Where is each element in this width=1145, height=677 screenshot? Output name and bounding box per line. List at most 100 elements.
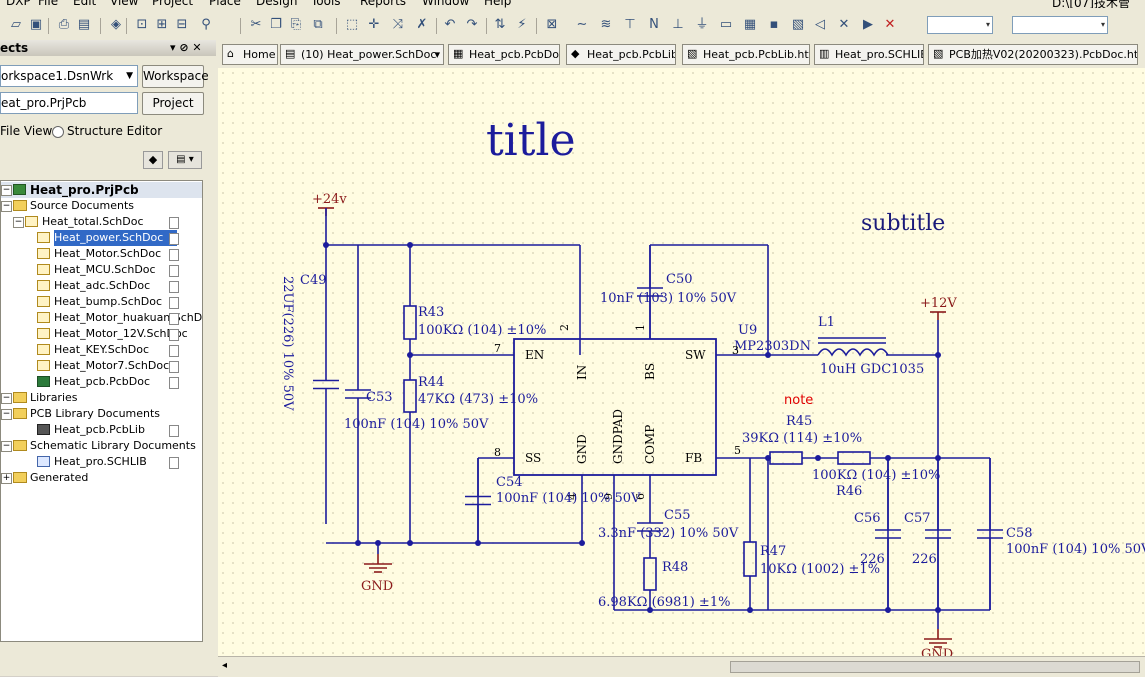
menu-reports[interactable]: Reports [360, 0, 406, 8]
wire-icon[interactable]: ∼ [574, 17, 590, 33]
redo-icon[interactable]: ↷ [464, 17, 480, 33]
tree-item[interactable]: Heat_Motor_huakuan.SchDoc [1, 310, 202, 326]
tree-item[interactable]: Heat_bump.SchDoc [1, 294, 202, 310]
print-preview-icon[interactable]: ▤ [76, 17, 92, 33]
tree-item[interactable]: Heat_power.SchDoc [1, 230, 202, 246]
workspace-select[interactable]: orkspace1.DsnWrk ▼ [0, 65, 138, 87]
tab-6[interactable]: ▥ Heat_pro.SCHLIB [814, 44, 924, 65]
pcb-layout-icon[interactable]: ▶ [860, 17, 876, 33]
panel-controls[interactable]: ▾ ⊘ ✕ [170, 40, 202, 56]
tree-item-label: Heat_Motor7.SchDoc [54, 359, 170, 372]
menu-window[interactable]: Window [422, 0, 469, 8]
sheet-entry-icon[interactable]: ▪ [766, 17, 782, 33]
tree-item[interactable]: Heat_KEY.SchDoc [1, 342, 202, 358]
print-icon[interactable]: ⎙ [56, 17, 72, 33]
vcc-port-icon[interactable]: ⏚ [694, 17, 710, 33]
tab-2[interactable]: ▤ (10) Heat_power.SchDoc ▾ [280, 44, 444, 65]
zoom-fit-icon[interactable]: ⊡ [134, 17, 150, 33]
tab-7[interactable]: ▧ PCB加热V02(20200323).PcbDoc.htm [928, 44, 1138, 65]
tree-item[interactable]: Heat_pro.SCHLIB [1, 454, 202, 470]
bus-icon[interactable]: ≋ [598, 17, 614, 33]
no-erc-icon[interactable]: ✕ [836, 17, 852, 33]
tree-item[interactable]: Heat_pcb.PcbDoc [1, 374, 202, 390]
schematic-sheet[interactable]: title subtitle note +24v +12V C49 22UF(226) 10… [218, 68, 1145, 656]
collapse-icon[interactable]: − [13, 217, 24, 228]
menu-design[interactable]: Design [256, 0, 297, 8]
deselect-icon[interactable]: ⤨ [390, 17, 406, 33]
sheet-symbol-icon[interactable]: ▦ [742, 17, 758, 33]
tree-item[interactable]: − Schematic Library Documents [1, 438, 202, 454]
scrollbar-thumb[interactable] [730, 661, 1140, 673]
zoom-area-icon[interactable]: ⊞ [154, 17, 170, 33]
toolbar-combo-1[interactable]: ▾ [927, 16, 993, 34]
collapse-icon[interactable]: − [1, 201, 12, 212]
tree-item[interactable]: Heat_Motor_12V.SchDoc [1, 326, 202, 342]
part-icon[interactable]: ▭ [718, 17, 734, 33]
structure-editor-label[interactable]: Structure Editor [67, 124, 162, 138]
project-button[interactable]: Project [142, 92, 204, 115]
structure-editor-radio[interactable] [52, 126, 64, 138]
undo-icon[interactable]: ↶ [442, 17, 458, 33]
rubber-stamp-icon[interactable]: ⧉ [310, 17, 326, 33]
toolbar-combo-2[interactable]: ▾ [1012, 16, 1108, 34]
close-doc-icon[interactable]: ✕ [882, 17, 898, 33]
cut-icon[interactable]: ✂ [248, 17, 264, 33]
label-r45v: 39KΩ (114) ±10% [742, 431, 862, 446]
file-view-radio-label[interactable]: File View [0, 124, 52, 138]
tree-item[interactable]: − PCB Library Documents [1, 406, 202, 422]
tree-item[interactable]: + Generated [1, 470, 202, 486]
bus-entry-icon[interactable]: ⊤ [622, 17, 638, 33]
tree-item[interactable]: Heat_pcb.PcbLib [1, 422, 202, 438]
menu-edit[interactable]: Edit [73, 0, 96, 8]
menu-view[interactable]: View [110, 0, 138, 8]
paste-icon[interactable]: ⎘ [288, 17, 304, 33]
tree-item[interactable]: − Heat_total.SchDoc [1, 214, 202, 230]
menu-project[interactable]: Project [152, 0, 193, 8]
tree-item[interactable]: − Source Documents [1, 198, 202, 214]
scroll-left-icon[interactable]: ◂ [222, 660, 227, 671]
save-icon[interactable]: ▣ [28, 17, 44, 33]
workspace-button[interactable]: Workspace [142, 65, 209, 88]
chevron-down-icon[interactable]: ▾ [434, 45, 440, 64]
menu-dxp[interactable]: DXP [6, 0, 31, 8]
gnd-port-icon[interactable]: ⊥ [670, 17, 686, 33]
project-field[interactable]: eat_pro.PrjPcb [0, 92, 138, 114]
tab-3[interactable]: ▦ Heat_pcb.PcbDoc [448, 44, 560, 65]
select-area-icon[interactable]: ⬚ [344, 17, 360, 33]
menu-tools[interactable]: Tools [311, 0, 341, 8]
cross-probe-icon[interactable]: ⚲ [198, 17, 214, 33]
hierarchy-icon[interactable]: ⇅ [492, 17, 508, 33]
collapse-icon[interactable]: − [1, 409, 12, 420]
tab-4[interactable]: ◆ Heat_pcb.PcbLib [566, 44, 676, 65]
tree-item[interactable]: Heat_adc.SchDoc [1, 278, 202, 294]
layers-icon[interactable]: ◆ [143, 151, 163, 169]
tree-item[interactable]: Heat_Motor.SchDoc [1, 246, 202, 262]
components-icon[interactable]: ⊠ [544, 17, 560, 33]
tree-item[interactable]: Heat_MCU.SchDoc [1, 262, 202, 278]
copy-icon[interactable]: ❐ [268, 17, 284, 33]
menu-file[interactable]: File [38, 0, 58, 8]
horizontal-scrollbar[interactable]: ◂ [218, 656, 1145, 677]
open-icon[interactable]: ▱ [8, 17, 24, 33]
tree-item[interactable]: − Libraries [1, 390, 202, 406]
collapse-icon[interactable]: − [1, 393, 12, 404]
clear-filter-icon[interactable]: ✗ [414, 17, 430, 33]
device-sheet-icon[interactable]: ▧ [790, 17, 806, 33]
tree-item[interactable]: − Heat_pro.PrjPcb [1, 182, 202, 198]
menu-help[interactable]: Help [484, 0, 511, 8]
document-menu-icon[interactable]: ▤ ▾ [168, 151, 202, 169]
tree-item[interactable]: Heat_Motor7.SchDoc [1, 358, 202, 374]
expand-icon[interactable]: + [1, 473, 12, 484]
net-label-icon[interactable]: N [646, 17, 662, 33]
browse-icon[interactable]: ⚡ [514, 17, 530, 33]
port-icon[interactable]: ◁ [812, 17, 828, 33]
menu-place[interactable]: Place [209, 0, 241, 8]
tab-5[interactable]: ▧ Heat_pcb.PcbLib.htm [682, 44, 810, 65]
layers-icon[interactable]: ◈ [108, 17, 124, 33]
collapse-icon[interactable]: − [1, 185, 12, 196]
tree-item-label: Source Documents [30, 199, 134, 212]
tab-1[interactable]: ⌂ Home [222, 44, 278, 65]
collapse-icon[interactable]: − [1, 441, 12, 452]
move-icon[interactable]: ✛ [366, 17, 382, 33]
zoom-select-icon[interactable]: ⊟ [174, 17, 190, 33]
